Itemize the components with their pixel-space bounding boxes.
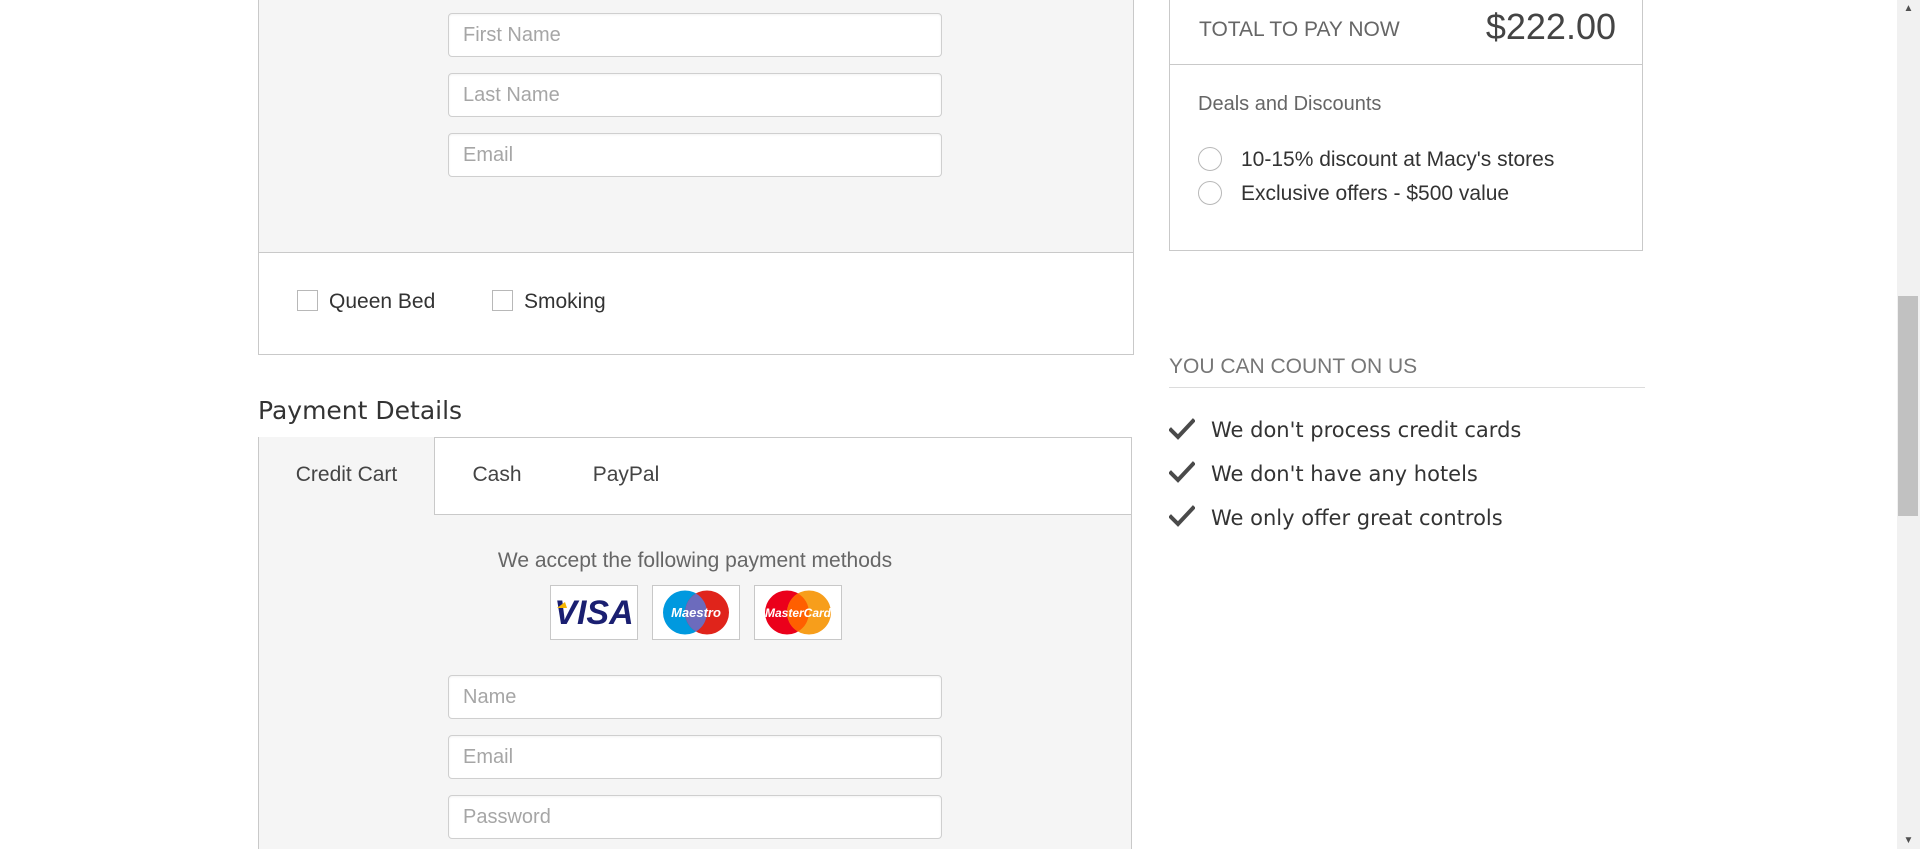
deal-label-exclusive: Exclusive offers - $500 value (1241, 182, 1510, 205)
total-label: TOTAL TO PAY NOW (1199, 18, 1400, 41)
first-name-input[interactable] (448, 13, 942, 57)
tab-credit-card[interactable]: Credit Cart (258, 437, 435, 516)
card-password-input[interactable] (448, 795, 942, 839)
guest-email-input[interactable] (448, 133, 942, 177)
trust-item: We don't have any hotels (1211, 462, 1478, 486)
payment-details-title: Payment Details (258, 396, 463, 425)
trust-divider (1169, 387, 1645, 388)
deals-title: Deals and Discounts (1198, 93, 1382, 115)
mastercard-card-icon: MasterCard (754, 585, 842, 640)
maestro-card-icon: Maestro (652, 585, 740, 640)
last-name-input[interactable] (448, 73, 942, 117)
trust-item: We only offer great controls (1211, 506, 1503, 530)
tab-cash[interactable]: Cash (462, 437, 532, 515)
tab-paypal[interactable]: PayPal (586, 437, 666, 515)
scroll-up-arrow-icon[interactable]: ▲ (1897, 0, 1920, 17)
card-name-input[interactable] (448, 675, 942, 719)
svg-text:Maestro: Maestro (671, 605, 721, 620)
trust-item: We don't process credit cards (1211, 418, 1522, 442)
card-email-input[interactable] (448, 735, 942, 779)
scrollbar-thumb[interactable] (1898, 296, 1918, 516)
accepted-methods-text: We accept the following payment methods (497, 549, 893, 572)
checkmark-icon (1169, 505, 1195, 527)
queen-bed-label: Queen Bed (329, 290, 436, 313)
queen-bed-checkbox[interactable] (297, 290, 318, 311)
trust-title: YOU CAN COUNT ON US (1169, 355, 1418, 378)
deal-radio-exclusive[interactable] (1198, 181, 1222, 205)
visa-card-icon: VISA (550, 585, 638, 640)
smoking-checkbox[interactable] (492, 290, 513, 311)
scroll-down-arrow-icon[interactable]: ▼ (1897, 832, 1920, 849)
smoking-label: Smoking (524, 290, 606, 313)
svg-text:MasterCard: MasterCard (765, 606, 832, 620)
total-amount: $222.00 (1485, 6, 1616, 47)
deal-label-macys: 10-15% discount at Macy's stores (1241, 148, 1555, 171)
checkmark-icon (1169, 461, 1195, 483)
deal-radio-macys[interactable] (1198, 147, 1222, 171)
checkmark-icon (1169, 418, 1195, 440)
svg-text:VISA: VISA (554, 594, 633, 632)
